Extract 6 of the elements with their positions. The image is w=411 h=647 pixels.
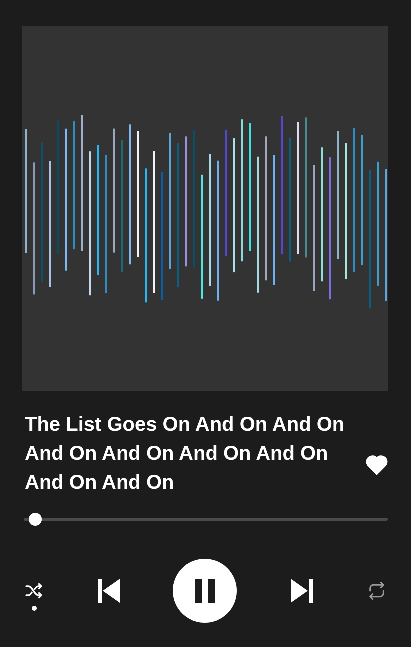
song-title: The List Goes On And On And On And On And On And On And On And On And On (25, 413, 346, 496)
progress-thumb[interactable] (29, 513, 42, 526)
like-button[interactable] (366, 454, 388, 474)
next-button[interactable] (288, 578, 314, 604)
shuffle-icon (24, 582, 44, 600)
previous-button[interactable] (96, 578, 122, 604)
